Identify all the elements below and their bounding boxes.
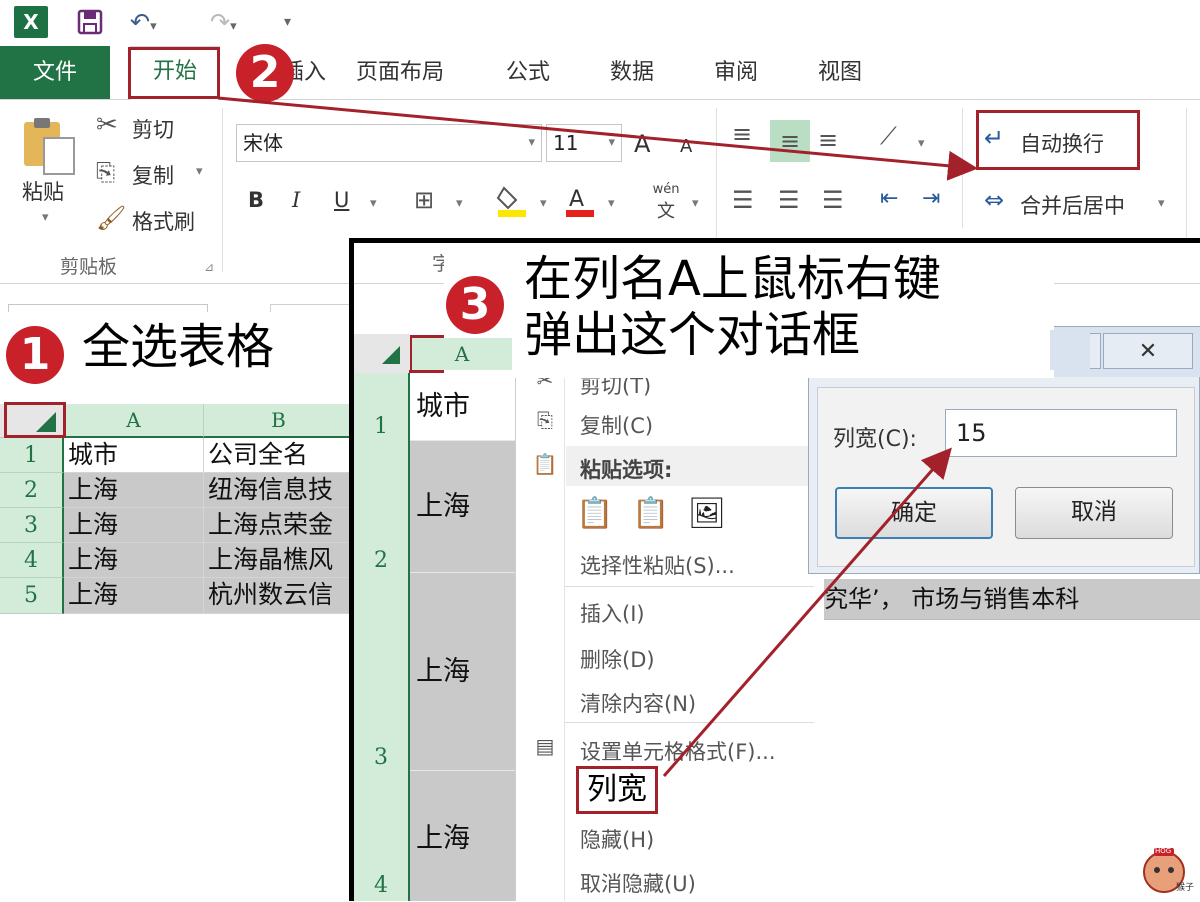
- watermark-badge: HOG: [1155, 847, 1172, 855]
- monkey-logo-icon: HOG 猴子: [1140, 846, 1196, 898]
- watermark-text: 猴子: [1176, 883, 1195, 893]
- annotation-arrows: [217, 96, 978, 777]
- arrow-home-to-wrap: [217, 96, 978, 181]
- arrow-menu-to-dialog: [662, 447, 952, 777]
